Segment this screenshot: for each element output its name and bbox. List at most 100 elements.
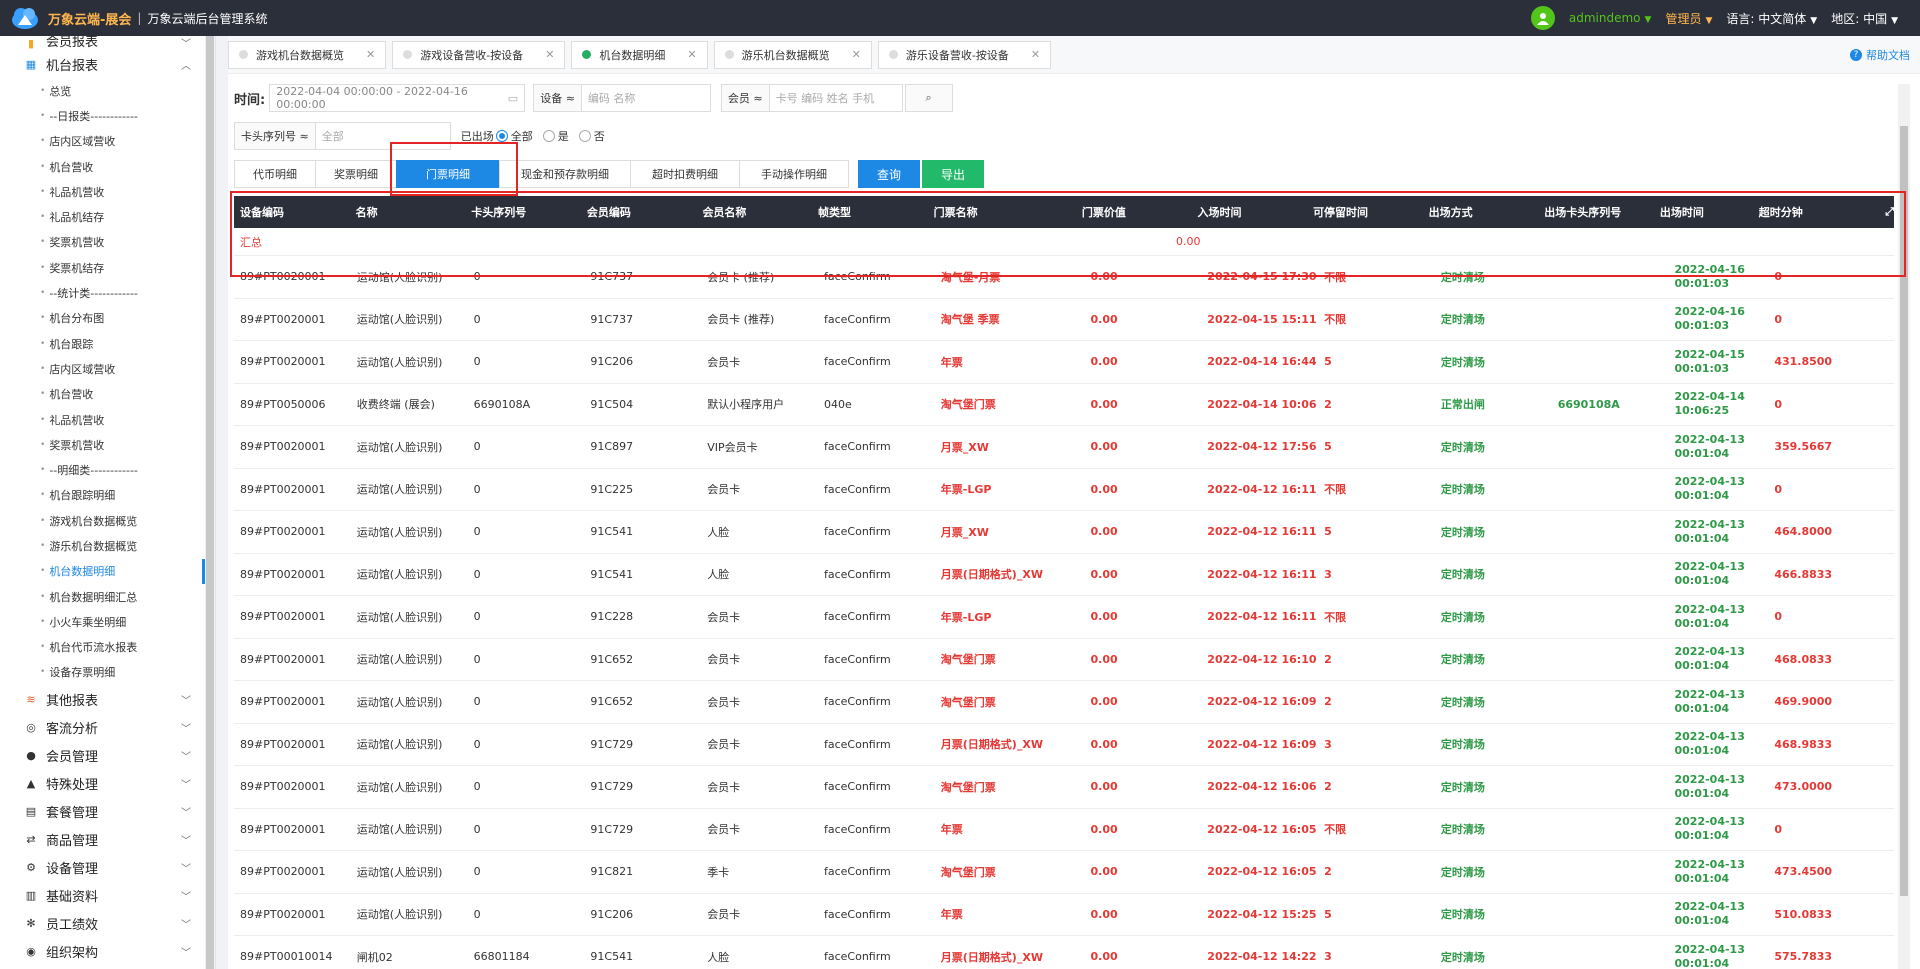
sidebar-item[interactable]: 小火车乘坐明细 bbox=[0, 609, 215, 634]
sidebar-group-gear[interactable]: ✻ 员工绩效 ﹀ bbox=[0, 909, 215, 937]
sidebar-item[interactable]: 奖票机营收 bbox=[0, 432, 215, 457]
language-menu[interactable]: 语言: 中文简体 ▼ bbox=[1726, 10, 1817, 27]
close-icon[interactable]: ✕ bbox=[852, 48, 861, 61]
device-search-input[interactable]: 编码 名称 bbox=[580, 84, 711, 112]
main-scrollbar-thumb[interactable] bbox=[1900, 126, 1908, 896]
sidebar-item[interactable]: --明细类------------ bbox=[0, 457, 215, 482]
page-tab-1[interactable]: 游戏设备营收-按设备 ✕ bbox=[392, 40, 566, 69]
sidebar-group-org[interactable]: ◉ 组织架构 ﹀ bbox=[0, 937, 215, 965]
main-scrollbar[interactable] bbox=[1898, 84, 1910, 969]
sidebar-item[interactable]: 礼品机营收 bbox=[0, 179, 215, 204]
sidebar-item[interactable]: 机台跟踪明细 bbox=[0, 483, 215, 508]
search-button[interactable]: ⌕ bbox=[904, 84, 953, 112]
region-menu[interactable]: 地区: 中国 ▼ bbox=[1831, 10, 1898, 27]
sidebar-item[interactable]: 游戏机台数据概览 bbox=[0, 508, 215, 533]
sidebar-item[interactable]: 礼品机结存 bbox=[0, 204, 215, 229]
sidebar-item[interactable]: 奖票机结存 bbox=[0, 255, 215, 280]
card-serial-select[interactable]: 卡头序列号 ≈ bbox=[234, 122, 315, 150]
sidebar-group-book[interactable]: ▥ 基础资料 ﹀ bbox=[0, 881, 215, 909]
sidebar-group-warning[interactable]: ▲ 特殊处理 ﹀ bbox=[0, 769, 215, 797]
export-button[interactable]: 导出 bbox=[922, 160, 984, 188]
subtab-4[interactable]: 超时扣费明细 bbox=[630, 160, 740, 188]
sidebar-item[interactable]: 机台营收 bbox=[0, 154, 215, 179]
subtab-5[interactable]: 手动操作明细 bbox=[739, 160, 849, 188]
table-cell: 定时清场 bbox=[1440, 483, 1485, 497]
table-cell: 定时清场 bbox=[1440, 865, 1485, 879]
page-tab-0[interactable]: 游戏机台数据概览 ✕ bbox=[228, 40, 387, 69]
close-icon[interactable]: ✕ bbox=[366, 48, 375, 61]
table-cell: 不限 bbox=[1324, 610, 1347, 624]
sidebar-group-layers[interactable]: ≋ 其他报表 ﹀ bbox=[0, 685, 215, 713]
brand-title: 万象云端-展会 bbox=[48, 12, 132, 28]
sidebar-group-swap[interactable]: ⇄ 商品管理 ﹀ bbox=[0, 825, 215, 853]
table-cell: VIP会员卡 bbox=[707, 440, 758, 454]
member-search-input[interactable]: 卡号 编码 姓名 手机 bbox=[768, 84, 903, 112]
device-match-select[interactable]: 设备 ≈ bbox=[533, 84, 581, 112]
table-row: 89#PT0020001 运动馆(人脸识别) 0 91C652 会员卡 faceConfi… bbox=[234, 681, 1894, 724]
subtab-2[interactable]: 门票明细 bbox=[396, 160, 500, 188]
table-cell: 2022-04-12 16:11 bbox=[1207, 482, 1317, 496]
close-icon[interactable]: ✕ bbox=[1031, 48, 1040, 61]
member-match-select[interactable]: 会员 ≈ bbox=[720, 84, 769, 112]
subtab-3[interactable]: 现金和预存款明细 bbox=[499, 160, 631, 188]
close-icon[interactable]: ✕ bbox=[545, 48, 554, 61]
user-menu[interactable]: admindemo ▼ bbox=[1569, 11, 1652, 25]
table-cell: 3 bbox=[1324, 567, 1332, 581]
sidebar-item[interactable]: 机台数据明细 bbox=[0, 559, 215, 584]
user-avatar-icon[interactable] bbox=[1530, 6, 1555, 30]
sidebar-item[interactable]: 机台跟踪 bbox=[0, 331, 215, 356]
table-cell: 91C729 bbox=[590, 780, 634, 794]
chevron-down-icon: ▼ bbox=[1705, 15, 1713, 26]
sidebar-item[interactable]: --统计类------------ bbox=[0, 280, 215, 305]
title-separator: | bbox=[137, 11, 142, 25]
sidebar-group-0[interactable]: ▮ 会员报表 ﹀ bbox=[0, 36, 215, 50]
expand-icon[interactable]: ⤢ bbox=[1885, 205, 1894, 219]
sidebar-item[interactable]: 设备存票明细 bbox=[0, 660, 215, 685]
radio-yes[interactable]: 是 bbox=[542, 128, 569, 144]
warning-icon: ▲ bbox=[26, 776, 36, 790]
sidebar-group-user[interactable]: ● 会员管理 ﹀ bbox=[0, 741, 215, 769]
table-cell: 0.00 bbox=[1090, 525, 1118, 539]
table-cell: 0 bbox=[473, 312, 481, 326]
table-cell: 2022-04-13 00:01:04 bbox=[1674, 815, 1745, 843]
page-tab-2[interactable]: 机台数据明细 ✕ bbox=[571, 40, 708, 69]
table-cell: 0.00 bbox=[1090, 270, 1118, 284]
sidebar-item[interactable]: 总览 bbox=[0, 78, 215, 103]
sidebar-group-package[interactable]: ▤ 套餐管理 ﹀ bbox=[0, 797, 215, 825]
sidebar-item[interactable]: --日报类------------ bbox=[0, 103, 215, 128]
table-cell: 2022-04-13 00:01:04 bbox=[1674, 900, 1745, 928]
table-cell: 91C541 bbox=[590, 525, 634, 539]
sidebar-item[interactable]: 机台分布图 bbox=[0, 306, 215, 331]
role-menu[interactable]: 管理员 ▼ bbox=[1665, 10, 1712, 27]
radio-no[interactable]: 否 bbox=[578, 128, 605, 144]
time-range-input[interactable]: 2022-04-04 00:00:00 - 2022-04-16 00:00:0… bbox=[269, 84, 526, 112]
chevron-down-icon: ▼ bbox=[1810, 15, 1818, 26]
table-cell: 运动馆(人脸识别) bbox=[356, 908, 443, 922]
sidebar-group-target[interactable]: ◎ 客流分析 ﹀ bbox=[0, 713, 215, 741]
query-button[interactable]: 查询 bbox=[858, 160, 920, 188]
page-tab-3[interactable]: 游乐机台数据概览 ✕ bbox=[713, 40, 872, 69]
subtab-1[interactable]: 奖票明细 bbox=[315, 160, 397, 188]
sidebar-item[interactable]: 机台数据明细汇总 bbox=[0, 584, 215, 609]
sidebar-item[interactable]: 机台代币流水报表 bbox=[0, 635, 215, 660]
sidebar-item[interactable]: 礼品机营收 bbox=[0, 407, 215, 432]
filter-row-2: 卡头序列号 ≈ 全部 已出场 全部 是 否 bbox=[234, 122, 605, 150]
sidebar-item[interactable]: 奖票机营收 bbox=[0, 230, 215, 255]
subtab-0[interactable]: 代币明细 bbox=[234, 160, 316, 188]
help-icon: ? bbox=[1850, 48, 1862, 61]
page-tab-4[interactable]: 游乐设备营收-按设备 ✕ bbox=[877, 40, 1052, 69]
sidebar-item[interactable]: 店内区域营收 bbox=[0, 356, 215, 381]
sidebar-item[interactable]: 游乐机台数据概览 bbox=[0, 533, 215, 558]
sidebar-group-device[interactable]: ⚙ 设备管理 ﹀ bbox=[0, 853, 215, 881]
radio-all[interactable]: 全部 bbox=[495, 128, 533, 144]
help-link[interactable]: ? 帮助文档 bbox=[1850, 47, 1910, 63]
sidebar-group-1[interactable]: ▦ 机台报表 ︿ bbox=[0, 50, 215, 78]
sidebar-item[interactable]: 店内区域营收 bbox=[0, 129, 215, 154]
table-cell: 定时清场 bbox=[1440, 738, 1485, 752]
table-cell: 0 bbox=[473, 652, 481, 666]
table-cell: 89#PT0020001 bbox=[240, 567, 326, 581]
close-icon[interactable]: ✕ bbox=[687, 48, 696, 61]
card-serial-input[interactable]: 全部 bbox=[314, 122, 451, 150]
table-cell: 5 bbox=[1324, 907, 1332, 921]
sidebar-item[interactable]: 机台营收 bbox=[0, 382, 215, 407]
